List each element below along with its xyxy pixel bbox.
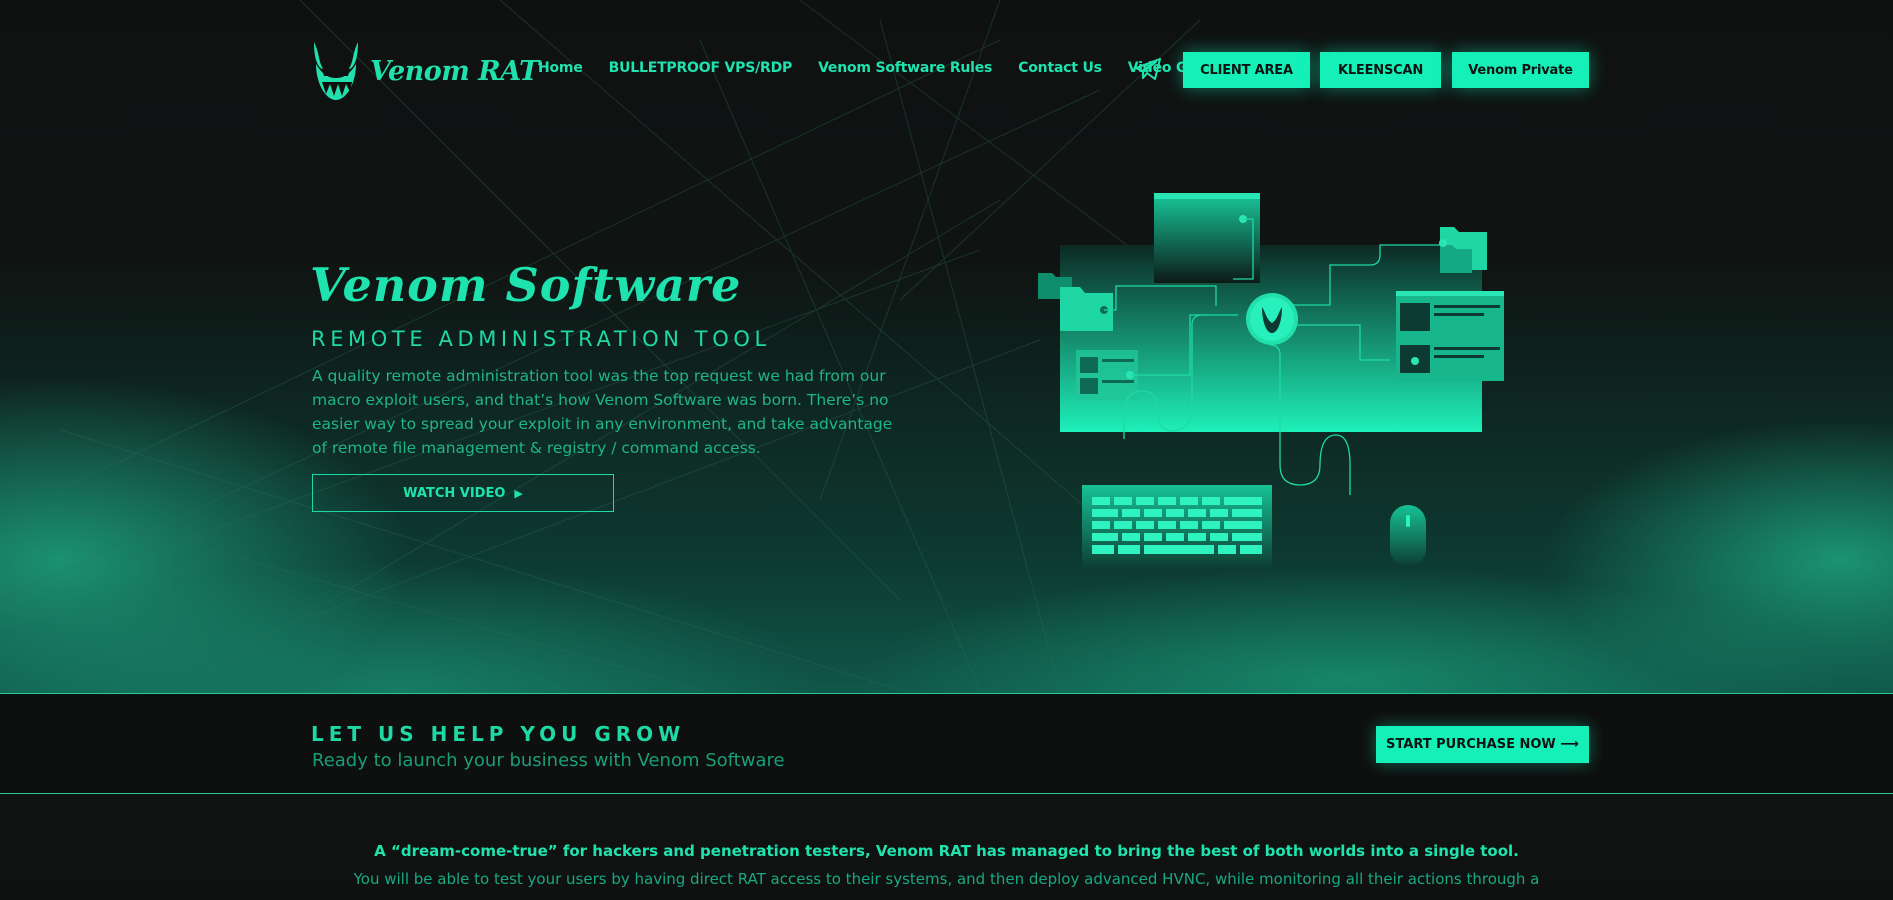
intro-text: You will be able to test your users by h… [353,870,1540,888]
nav-home[interactable]: Home [538,60,583,76]
hero-description: A quality remote administration tool was… [312,367,893,457]
watch-video-label: WATCH VIDEO [403,485,506,501]
hero-subtitle: REMOTE ADMINISTRATION TOOL [311,327,771,351]
top-window [1154,193,1260,283]
network-illustration [1038,193,1504,570]
site-logo[interactable]: Venom RAT [310,40,539,102]
mouse [1390,505,1426,567]
main-nav: Home BULLETPROOF VPS/RDP Venom Software … [538,60,1231,76]
kleenscan-button[interactable]: KLEENSCAN [1320,52,1441,88]
folder-icon [1440,245,1472,273]
nav-software-rules[interactable]: Venom Software Rules [818,60,992,76]
start-purchase-button[interactable]: START PURCHASE NOW ⟶ [1376,726,1589,763]
cta-title: LET US HELP YOU GROW [311,722,686,746]
hero-divider [0,693,1893,694]
client-area-button[interactable]: CLIENT AREA [1183,52,1310,88]
telegram-icon[interactable] [1134,57,1162,81]
hero-title: Venom Software [310,258,742,312]
intro-headline: A “dream-come-true” for hackers and pene… [374,842,1519,860]
nav-bulletproof-vps[interactable]: BULLETPROOF VPS/RDP [609,60,793,76]
watch-video-button[interactable]: WATCH VIDEO ▶ [312,474,614,512]
venom-face-icon [314,42,358,100]
venom-private-button[interactable]: Venom Private [1452,52,1589,88]
nav-contact-us[interactable]: Contact Us [1018,60,1102,76]
hero-background [0,0,1893,694]
brand-name: Venom RAT [370,55,539,87]
cta-subtitle: Ready to launch your business with Venom… [312,750,785,771]
play-icon: ▶ [514,486,523,500]
hero-wireframe-lines [0,0,1201,691]
